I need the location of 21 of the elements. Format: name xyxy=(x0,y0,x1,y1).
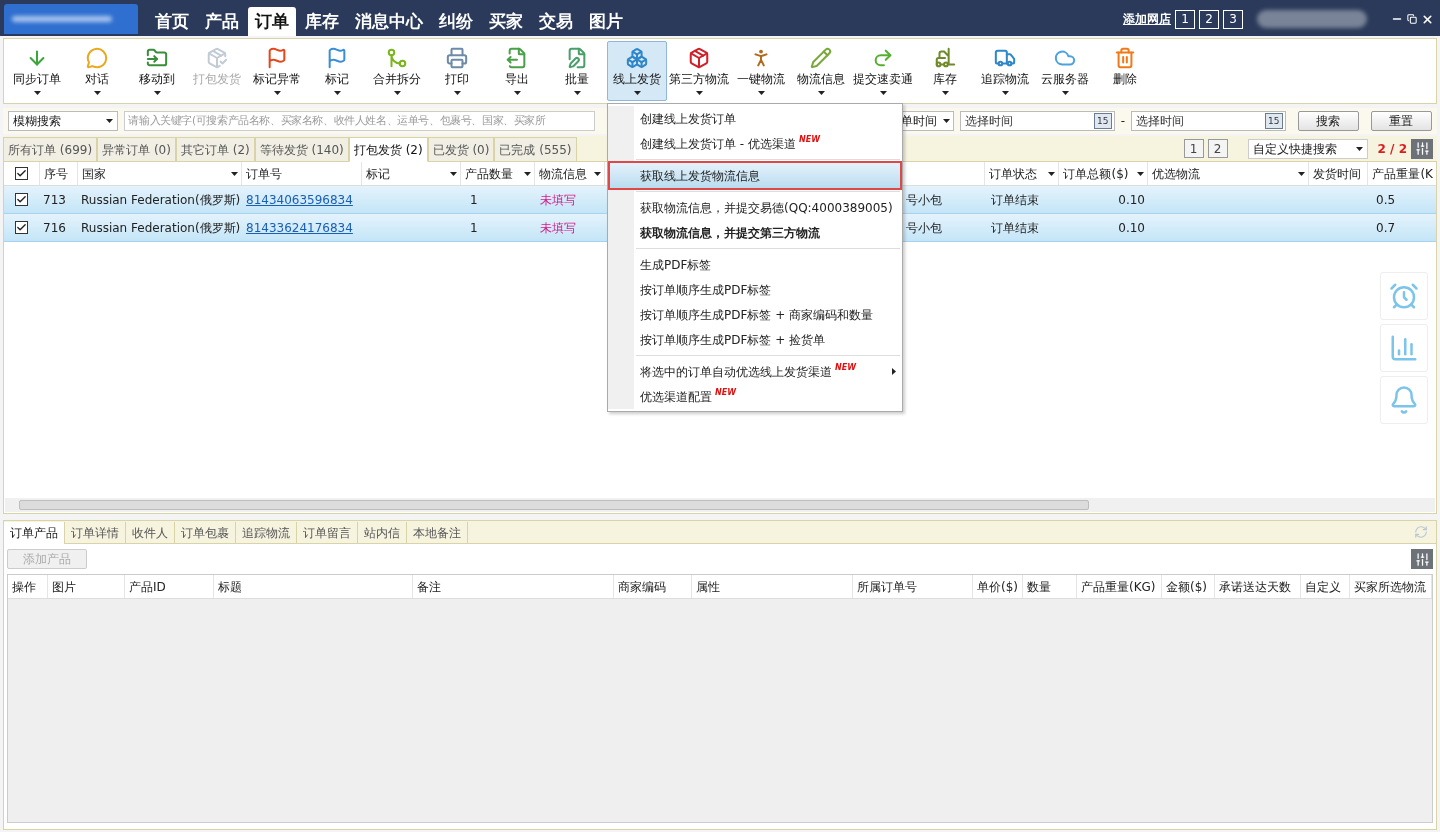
new-label: NEW xyxy=(835,361,856,374)
table-cell-text: 1 xyxy=(470,191,478,209)
table-cell-text: 号小包 xyxy=(906,219,942,237)
table-cell-text: 未填写 xyxy=(540,219,576,237)
table-cell-text: 0.7 xyxy=(1376,219,1396,237)
page-indicator: 2 / 2 xyxy=(1377,140,1407,158)
table-cell-text: 未填写 xyxy=(540,191,576,209)
table-cell-text: 0.10 xyxy=(1118,191,1145,209)
table-cell-text: 0.5 xyxy=(1376,191,1396,209)
table-cell-text: 1 xyxy=(470,219,478,237)
new-label: NEW xyxy=(798,133,820,146)
table-cell-text: Russian Federation(俄罗斯) xyxy=(81,219,241,237)
table-cell-text: 订单结束 xyxy=(991,219,1039,237)
table-cell-text: 716 xyxy=(43,219,66,237)
table-cell-text: Russian Federation(俄罗斯) xyxy=(81,191,241,209)
table-cell-text: 713 xyxy=(43,191,66,209)
table-cell-text: 0.10 xyxy=(1118,219,1145,237)
new-label: NEW xyxy=(715,386,736,399)
table-cell-text: 订单结束 xyxy=(991,191,1039,209)
range-separator: - xyxy=(1120,113,1126,130)
table-cell-text: 号小包 xyxy=(906,191,942,209)
